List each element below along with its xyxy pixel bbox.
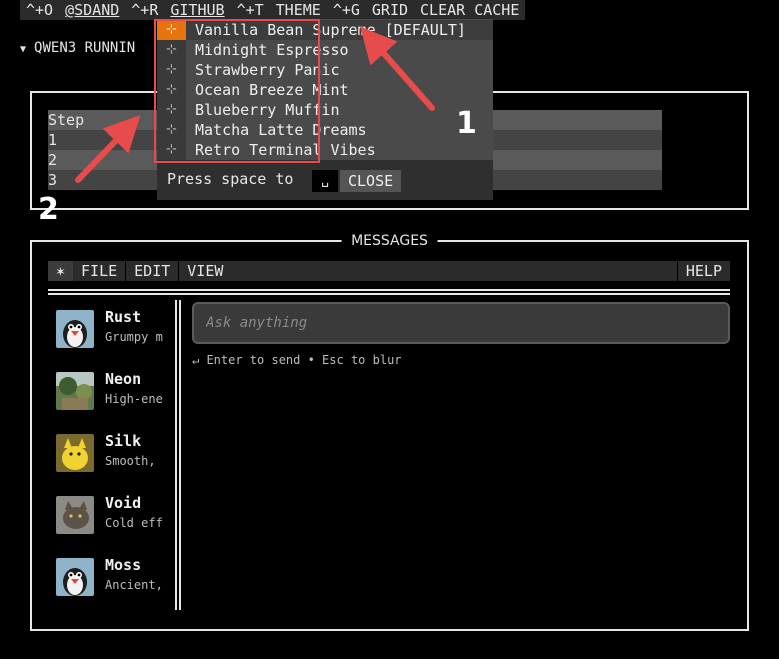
annotation-number-2: 2 xyxy=(38,192,59,227)
annotation-arrow-1 xyxy=(360,26,435,111)
annotation-number-1: 1 xyxy=(456,106,477,141)
annotation-arrows xyxy=(75,26,435,183)
annotation-arrow-2 xyxy=(75,115,141,183)
